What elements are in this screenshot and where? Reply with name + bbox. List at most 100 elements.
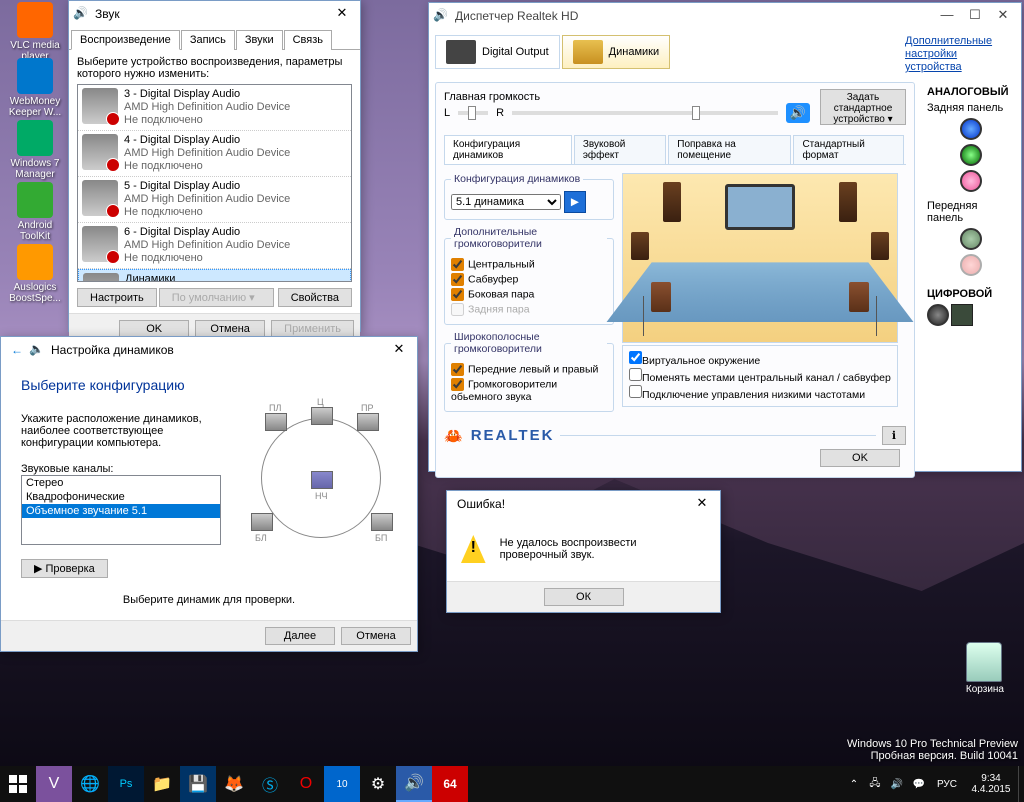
properties-button[interactable]: Свойства xyxy=(278,288,352,307)
balance-slider[interactable] xyxy=(458,111,488,115)
tb-photoshop[interactable]: Ps xyxy=(108,766,144,802)
play-button[interactable]: ▶ xyxy=(564,191,586,213)
port-front-2[interactable] xyxy=(960,254,982,276)
chk-bass[interactable]: Подключение управления низкими частотами xyxy=(629,385,891,401)
mute-button[interactable]: 🔊 xyxy=(786,103,810,123)
desktop-icon[interactable]: VLC media player xyxy=(6,2,64,62)
start-button[interactable] xyxy=(0,766,36,802)
recycle-bin[interactable]: Корзина xyxy=(966,642,1004,695)
taskbar[interactable]: V 🌐 Ps 📁 💾 🦊 Ⓢ O 10 ⚙ 🔊 64 ⌃ 🖧 🔊 💬 РУС 9… xyxy=(0,766,1024,802)
digital-port-2[interactable] xyxy=(951,304,973,326)
device-row[interactable]: 6 - Digital Display AudioAMD High Defini… xyxy=(78,223,351,269)
tb-sound[interactable]: 🔊 xyxy=(396,766,432,802)
close-button[interactable]: ✕ xyxy=(989,5,1017,27)
err-title: Ошибка! xyxy=(451,497,688,511)
balance-r: R xyxy=(496,107,504,119)
device-row[interactable]: 4 - Digital Display AudioAMD High Defini… xyxy=(78,131,351,177)
tray-msg[interactable]: 💬 xyxy=(908,766,930,802)
test-button[interactable]: ▶ Проверка xyxy=(21,559,108,578)
tb-chrome[interactable]: 🌐 xyxy=(72,766,108,802)
tab-0[interactable]: Воспроизведение xyxy=(71,30,180,50)
tb-settings[interactable]: ⚙ xyxy=(360,766,396,802)
device-list[interactable]: 3 - Digital Display AudioAMD High Defini… xyxy=(77,84,352,282)
rt-tab-0[interactable]: Конфигурация динамиков xyxy=(444,135,572,164)
chk-virtual[interactable]: Виртуальное окружение xyxy=(629,351,891,367)
channels-list[interactable]: СтереоКвадрофоническиеОбъемное звучание … xyxy=(21,475,221,545)
digital-port-1[interactable] xyxy=(927,304,949,326)
err-titlebar[interactable]: Ошибка! ✕ xyxy=(447,491,720,517)
port-pink[interactable] xyxy=(960,170,982,192)
tray-network[interactable]: 🖧 xyxy=(864,766,886,802)
spk-titlebar[interactable]: ← 🔈 Настройка динамиков ✕ xyxy=(1,337,417,363)
chk-center[interactable]: Центральный xyxy=(451,258,607,271)
tb-viber[interactable]: V xyxy=(36,766,72,802)
chk-surround[interactable]: Громкоговорители обьемного звука xyxy=(451,378,607,403)
set-default-device[interactable]: Задать стандартное устройство ▾ xyxy=(820,89,906,125)
default-button[interactable]: По умолчанию ▾ xyxy=(159,288,274,307)
device-row[interactable]: 3 - Digital Display AudioAMD High Defini… xyxy=(78,85,351,131)
back-icon[interactable]: ← xyxy=(11,343,23,357)
speaker-sr[interactable] xyxy=(371,513,393,531)
port-green[interactable] xyxy=(960,144,982,166)
tb-explorer[interactable]: 📁 xyxy=(144,766,180,802)
tray-lang[interactable]: РУС xyxy=(930,766,964,802)
minimize-button[interactable]: — xyxy=(933,5,961,27)
speaker-config-select[interactable]: 5.1 динамика xyxy=(451,194,561,210)
err-ok-button[interactable]: ОК xyxy=(544,588,624,606)
tray-volume[interactable]: 🔊 xyxy=(886,766,908,802)
tab-1[interactable]: Запись xyxy=(181,30,235,50)
tab-2[interactable]: Звуки xyxy=(236,30,283,50)
tray-clock[interactable]: 9:344.4.2015 xyxy=(964,766,1018,802)
device-row[interactable]: 5 - Digital Display AudioAMD High Defini… xyxy=(78,177,351,223)
speaker-sl[interactable] xyxy=(251,513,273,531)
close-button[interactable]: ✕ xyxy=(328,3,356,25)
maximize-button[interactable]: ☐ xyxy=(961,5,989,27)
desktop-icon[interactable]: Auslogics BoostSpe... xyxy=(6,244,64,304)
configure-button[interactable]: Настроить xyxy=(77,288,157,307)
volume-slider[interactable] xyxy=(512,111,778,115)
tray-up[interactable]: ⌃ xyxy=(844,766,864,802)
speaker-fr[interactable] xyxy=(357,413,379,431)
rt-tab-3[interactable]: Стандартный формат xyxy=(793,135,904,164)
desktop-icon[interactable]: WebMoney Keeper W... xyxy=(6,58,64,118)
speaker-diagram[interactable]: ПЛ Ц ПР БЛ НЧ БП xyxy=(241,413,397,543)
tb-app2[interactable]: 10 xyxy=(324,766,360,802)
speaker-sw[interactable] xyxy=(311,471,333,489)
chk-rear[interactable]: Задняя пара xyxy=(451,303,607,316)
chk-subwoofer[interactable]: Сабвуфер xyxy=(451,273,607,286)
channel-option[interactable]: Объемное звучание 5.1 xyxy=(22,504,220,518)
digital-output-tab[interactable]: Digital Output xyxy=(435,35,560,69)
channel-option[interactable]: Квадрофонические xyxy=(22,490,220,504)
next-button[interactable]: Далее xyxy=(265,627,335,645)
sound-titlebar[interactable]: 🔊 Звук ✕ xyxy=(69,1,360,27)
tb-app[interactable]: 💾 xyxy=(180,766,216,802)
channel-option[interactable]: Стерео xyxy=(22,476,220,490)
tb-64[interactable]: 64 xyxy=(432,766,468,802)
tb-firefox[interactable]: 🦊 xyxy=(216,766,252,802)
rt-tab-2[interactable]: Поправка на помещение xyxy=(668,135,791,164)
speaker-fl[interactable] xyxy=(265,413,287,431)
chk-side[interactable]: Боковая пара xyxy=(451,288,607,301)
chk-front-lr[interactable]: Передние левый и правый xyxy=(451,363,607,376)
tb-skype[interactable]: Ⓢ xyxy=(252,766,288,802)
show-desktop[interactable] xyxy=(1018,766,1024,802)
port-front-1[interactable] xyxy=(960,228,982,250)
chk-swap[interactable]: Поменять местами центральный канал / саб… xyxy=(629,368,891,384)
port-blue[interactable] xyxy=(960,118,982,140)
desktop-icon[interactable]: Android ToolKit xyxy=(6,182,64,242)
close-button[interactable]: ✕ xyxy=(688,493,716,515)
tab-3[interactable]: Связь xyxy=(284,30,332,50)
desktop-icon[interactable]: Windows 7 Manager xyxy=(6,120,64,180)
cancel-button[interactable]: Отмена xyxy=(341,627,411,645)
speaker-c[interactable] xyxy=(311,407,333,425)
rt-tab-1[interactable]: Звуковой эффект xyxy=(574,135,666,164)
speakers-tab[interactable]: Динамики xyxy=(562,35,670,69)
close-button[interactable]: ✕ xyxy=(385,339,413,361)
device-row[interactable]: ДинамикиRealtek High Definition AudioУст… xyxy=(78,269,351,282)
rt-titlebar[interactable]: 🔊 Диспетчер Realtek HD — ☐ ✕ xyxy=(429,3,1021,29)
tb-opera[interactable]: O xyxy=(288,766,324,802)
room-visualization[interactable] xyxy=(622,173,898,343)
rt-ok-button[interactable]: OK xyxy=(820,449,900,467)
info-button[interactable]: ℹ xyxy=(882,426,906,445)
advanced-settings-link[interactable]: Дополнительные настройки устройства xyxy=(905,35,1015,74)
